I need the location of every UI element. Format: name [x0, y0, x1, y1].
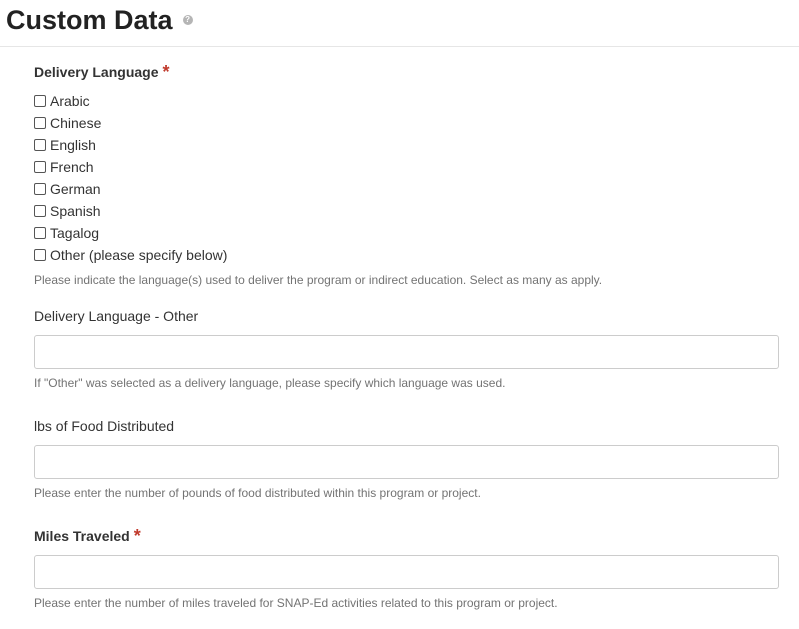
checkbox[interactable] — [34, 95, 46, 107]
custom-data-form: Delivery Language * Arabic Chinese Englis… — [34, 60, 779, 611]
delivery-language-help: Please indicate the language(s) used to … — [34, 273, 603, 287]
page-header: Custom Data? — [0, 0, 799, 47]
checkbox[interactable] — [34, 117, 46, 129]
delivery-language-other-input[interactable] — [34, 335, 779, 369]
lbs-food-help: Please enter the number of pounds of foo… — [34, 486, 481, 500]
checkbox[interactable] — [34, 139, 46, 151]
delivery-language-checkboxes: Arabic Chinese English French German Spa… — [34, 90, 779, 266]
checkbox-label: French — [50, 159, 94, 175]
required-marker: * — [162, 62, 170, 82]
checkbox[interactable] — [34, 249, 46, 261]
checkbox[interactable] — [34, 161, 46, 173]
checkbox-option-french[interactable]: French — [34, 156, 779, 178]
checkbox-label: German — [50, 181, 101, 197]
page-title-text: Custom Data — [6, 5, 173, 35]
miles-traveled-input[interactable] — [34, 555, 779, 589]
miles-traveled-help: Please enter the number of miles travele… — [34, 596, 558, 610]
checkbox-option-english[interactable]: English — [34, 134, 779, 156]
lbs-food-group: lbs of Food Distributed Please enter the… — [34, 416, 779, 501]
checkbox[interactable] — [34, 183, 46, 195]
checkbox[interactable] — [34, 205, 46, 217]
delivery-language-label: Delivery Language * — [34, 60, 779, 84]
checkbox-label: Tagalog — [50, 225, 100, 241]
page-title: Custom Data? — [6, 5, 193, 36]
delivery-language-group: Delivery Language * Arabic Chinese Englis… — [34, 60, 779, 288]
checkbox-label: English — [50, 137, 96, 153]
checkbox-option-german[interactable]: German — [34, 178, 779, 200]
checkbox-option-other[interactable]: Other (please specify below) — [34, 244, 779, 266]
checkbox-label: Chinese — [50, 115, 102, 131]
miles-traveled-group: Miles Traveled * Please enter the number … — [34, 524, 779, 611]
checkbox-label: Other (please specify below) — [50, 247, 228, 263]
delivery-language-other-help: If "Other" was selected as a delivery la… — [34, 376, 506, 390]
lbs-food-input[interactable] — [34, 445, 779, 479]
checkbox-option-spanish[interactable]: Spanish — [34, 200, 779, 222]
checkbox-label: Spanish — [50, 203, 101, 219]
checkbox[interactable] — [34, 227, 46, 239]
required-marker: * — [133, 526, 141, 546]
checkbox-label: Arabic — [50, 93, 90, 109]
checkbox-option-tagalog[interactable]: Tagalog — [34, 222, 779, 244]
checkbox-option-arabic[interactable]: Arabic — [34, 90, 779, 112]
miles-traveled-label-text: Miles Traveled — [34, 528, 130, 544]
help-icon[interactable]: ? — [182, 14, 193, 25]
checkbox-option-chinese[interactable]: Chinese — [34, 112, 779, 134]
miles-traveled-label: Miles Traveled * — [34, 524, 779, 548]
delivery-language-other-label: Delivery Language - Other — [34, 308, 199, 324]
lbs-food-label: lbs of Food Distributed — [34, 418, 175, 434]
delivery-language-other-group: Delivery Language - Other If "Other" was… — [34, 306, 779, 391]
delivery-language-label-text: Delivery Language — [34, 64, 159, 80]
